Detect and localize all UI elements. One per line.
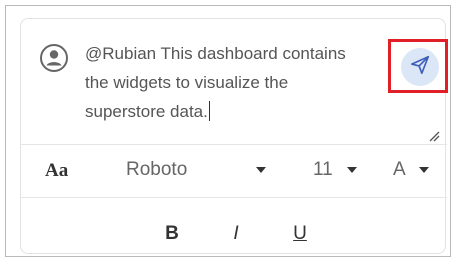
font-color-dropdown[interactable]: A: [393, 156, 441, 184]
font-family-value: Roboto: [126, 159, 188, 180]
comment-line-text: superstore data.: [85, 102, 208, 121]
divider: [21, 197, 447, 198]
comment-line: superstore data.: [85, 97, 375, 126]
font-color-value: A: [393, 159, 406, 180]
comment-editor: @Rubian This dashboard contains the widg…: [20, 18, 448, 254]
font-size-dropdown[interactable]: 11: [313, 156, 373, 184]
comment-line: @Rubian This dashboard contains: [85, 44, 346, 63]
send-button[interactable]: [401, 48, 439, 86]
resize-handle-icon[interactable]: [428, 129, 440, 142]
user-avatar-icon: [39, 43, 69, 73]
italic-button[interactable]: I: [225, 223, 247, 247]
divider: [21, 144, 447, 145]
chevron-down-icon: [419, 167, 429, 173]
send-icon: [409, 54, 431, 81]
bold-button[interactable]: B: [161, 223, 183, 247]
comment-input[interactable]: @Rubian This dashboard contains the widg…: [85, 39, 375, 126]
chevron-down-icon: [347, 167, 357, 173]
comment-line: the widgets to visualize the: [85, 73, 289, 92]
screenshot-frame: @Rubian This dashboard contains the widg…: [5, 5, 451, 257]
send-button-highlight: [388, 39, 448, 93]
underline-button[interactable]: U: [289, 223, 311, 247]
text-caret: [208, 101, 210, 121]
font-format-icon[interactable]: Aa: [45, 160, 68, 182]
chevron-down-icon: [256, 167, 266, 173]
font-family-dropdown[interactable]: Roboto: [126, 156, 266, 184]
font-size-value: 11: [313, 159, 333, 180]
